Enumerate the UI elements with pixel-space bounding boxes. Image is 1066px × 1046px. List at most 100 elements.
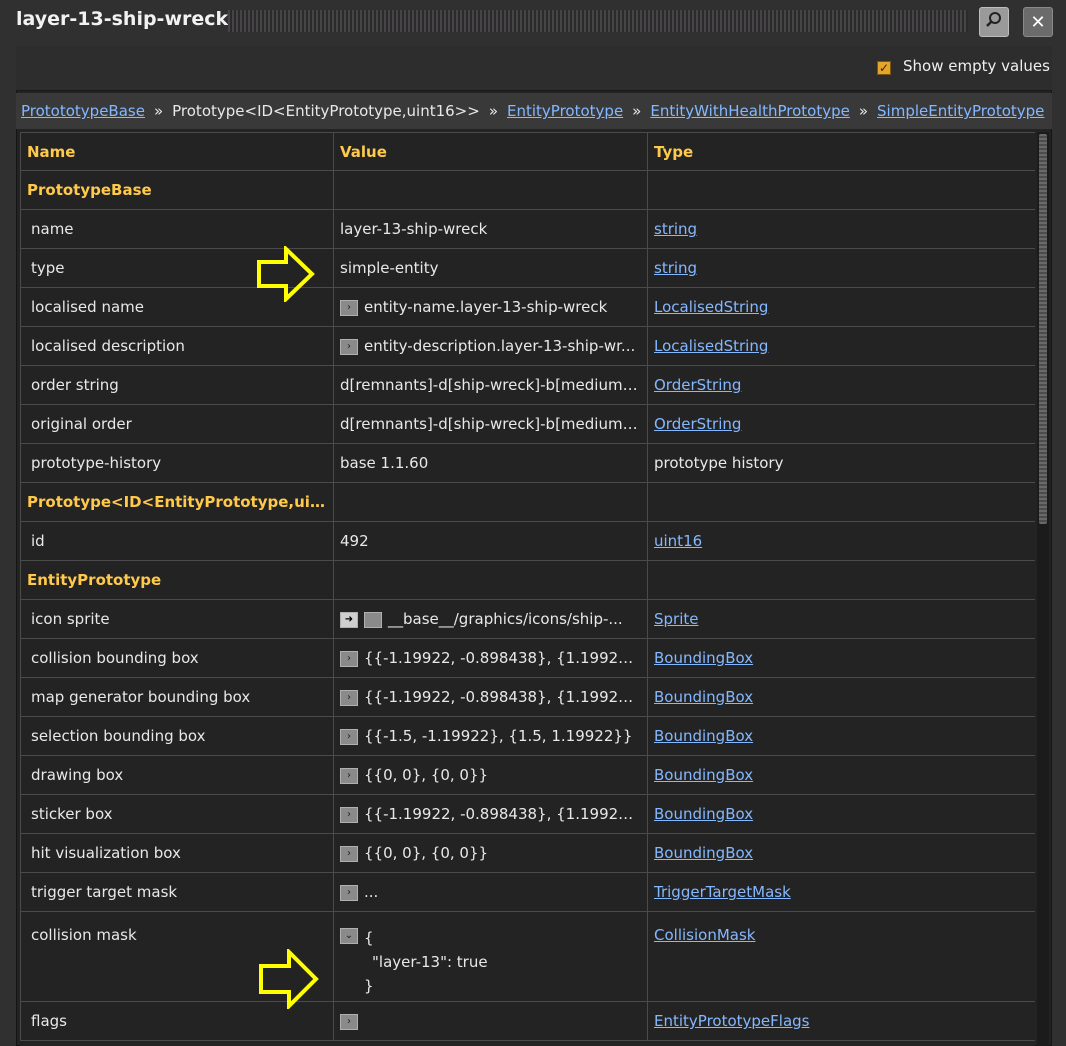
empty-cell bbox=[647, 482, 1035, 522]
type-link[interactable]: BoundingBox bbox=[654, 688, 753, 706]
value-text: {{-1.19922, -0.898438}, {1.19922, ... bbox=[364, 688, 648, 706]
close-button[interactable]: ✕ bbox=[1023, 7, 1053, 37]
property-name: original order bbox=[20, 404, 334, 444]
breadcrumb-item[interactable]: ProtototypeBase bbox=[21, 102, 145, 120]
property-name: hit visualization box bbox=[20, 833, 334, 873]
table-row: id 492 uint16 bbox=[20, 521, 1035, 561]
empty-cell bbox=[647, 560, 1035, 600]
property-value: › entity-description.layer-13-ship-wr... bbox=[333, 326, 648, 366]
table-row: localised description › entity-description… bbox=[20, 326, 1035, 366]
breadcrumb-item[interactable]: EntityWithHealthPrototype bbox=[650, 102, 849, 120]
table-row: drawing box › {{0, 0}, {0, 0}} BoundingBox bbox=[20, 755, 1035, 795]
value-text: d[remnants]-d[ship-wreck]-b[medium]-a bbox=[340, 376, 644, 394]
empty-cell bbox=[333, 560, 648, 600]
property-name: id bbox=[20, 521, 334, 561]
value-line: { bbox=[364, 929, 374, 947]
breadcrumb-item[interactable]: SimpleEntityPrototype bbox=[877, 102, 1044, 120]
table-header-row: Name Value Type bbox=[20, 132, 1035, 171]
value-text: simple-entity bbox=[340, 259, 439, 277]
value-text: {{0, 0}, {0, 0}} bbox=[364, 766, 489, 784]
breadcrumb-item[interactable]: EntityPrototype bbox=[507, 102, 623, 120]
empty-cell bbox=[333, 170, 648, 210]
type-link[interactable]: CollisionMask bbox=[654, 926, 755, 944]
property-type: EntityPrototypeFlags bbox=[647, 1001, 1035, 1041]
expand-icon[interactable]: › bbox=[340, 338, 358, 355]
property-value: › bbox=[333, 1001, 648, 1041]
annotation-arrow-icon bbox=[259, 949, 319, 1009]
type-link[interactable]: uint16 bbox=[654, 532, 702, 550]
window-title: layer-13-ship-wreck bbox=[16, 8, 229, 30]
section-row: PrototypeBase bbox=[20, 170, 1035, 210]
type-link[interactable]: LocalisedString bbox=[654, 337, 768, 355]
property-type: BoundingBox bbox=[647, 794, 1035, 834]
type-link[interactable]: BoundingBox bbox=[654, 766, 753, 784]
property-name: drawing box bbox=[20, 755, 334, 795]
type-link[interactable]: LocalisedString bbox=[654, 298, 768, 316]
collision-mask-value: {"layer-13": true} bbox=[364, 926, 488, 998]
property-type: BoundingBox bbox=[647, 755, 1035, 795]
type-link[interactable]: BoundingBox bbox=[654, 649, 753, 667]
value-text: ... bbox=[364, 883, 379, 901]
type-link[interactable]: OrderString bbox=[654, 415, 741, 433]
expand-icon[interactable]: › bbox=[340, 299, 358, 316]
property-type: string bbox=[647, 248, 1035, 288]
property-type: prototype history bbox=[647, 443, 1035, 483]
property-name: localised description bbox=[20, 326, 334, 366]
type-link[interactable]: BoundingBox bbox=[654, 844, 753, 862]
type-link[interactable]: BoundingBox bbox=[654, 727, 753, 745]
expand-icon[interactable]: › bbox=[340, 884, 358, 901]
type-link[interactable]: BoundingBox bbox=[654, 805, 753, 823]
property-type: OrderString bbox=[647, 404, 1035, 444]
property-type: string bbox=[647, 209, 1035, 249]
type-column-header: Type bbox=[647, 132, 1035, 171]
expand-icon[interactable]: › bbox=[340, 689, 358, 706]
property-name: map generator bounding box bbox=[20, 677, 334, 717]
show-empty-checkbox[interactable]: ✓ bbox=[877, 61, 891, 75]
type-link[interactable]: string bbox=[654, 220, 697, 238]
property-type: uint16 bbox=[647, 521, 1035, 561]
expand-icon[interactable]: › bbox=[340, 806, 358, 823]
empty-cell bbox=[647, 170, 1035, 210]
value-line: "layer-13": true bbox=[372, 953, 488, 971]
property-name: selection bounding box bbox=[20, 716, 334, 756]
property-value: › {{-1.19922, -0.898438}, {1.19922, ... bbox=[333, 677, 648, 717]
table-row: flags › EntityPrototypeFlags bbox=[20, 1001, 1035, 1041]
expand-icon[interactable]: › bbox=[340, 650, 358, 667]
show-empty-label[interactable]: Show empty values bbox=[903, 57, 1050, 75]
breadcrumb-separator: » bbox=[153, 102, 164, 120]
section-title: Prototype<ID<EntityPrototype,uint16>> bbox=[20, 482, 334, 522]
sprite-preview-icon[interactable] bbox=[364, 611, 382, 628]
type-link[interactable]: string bbox=[654, 259, 697, 277]
type-link[interactable]: TriggerTargetMask bbox=[654, 883, 791, 901]
properties-table: Name Value Type PrototypeBase name layer-1… bbox=[20, 132, 1035, 1041]
breadcrumb: ProtototypeBase » Prototype<ID<EntityProto… bbox=[16, 93, 1052, 129]
section-title: EntityPrototype bbox=[20, 560, 334, 600]
search-button[interactable] bbox=[979, 7, 1009, 37]
property-value: ›... bbox=[333, 872, 648, 912]
table-row: name layer-13-ship-wreck string bbox=[20, 209, 1035, 249]
property-type: BoundingBox bbox=[647, 716, 1035, 756]
expand-icon[interactable]: › bbox=[340, 767, 358, 784]
table-row: type simple-entity string bbox=[20, 248, 1035, 288]
expand-icon[interactable]: › bbox=[340, 728, 358, 745]
property-name: collision bounding box bbox=[20, 638, 334, 678]
vertical-scrollbar[interactable] bbox=[1037, 132, 1049, 1046]
expand-icon[interactable]: › bbox=[340, 1013, 358, 1030]
name-column-header: Name bbox=[20, 132, 334, 171]
property-type: OrderString bbox=[647, 365, 1035, 405]
section-row: Prototype<ID<EntityPrototype,uint16>> bbox=[20, 482, 1035, 522]
table-row: collision bounding box › {{-1.19922, -0.89… bbox=[20, 638, 1035, 678]
type-link[interactable]: EntityPrototypeFlags bbox=[654, 1012, 809, 1030]
open-arrow-icon[interactable]: ➜ bbox=[340, 611, 358, 628]
property-type: BoundingBox bbox=[647, 677, 1035, 717]
scrollbar-thumb[interactable] bbox=[1039, 134, 1047, 524]
type-link[interactable]: Sprite bbox=[654, 610, 699, 628]
type-link[interactable]: OrderString bbox=[654, 376, 741, 394]
title-bar[interactable]: layer-13-ship-wreck ✕ bbox=[0, 0, 1066, 44]
property-type: BoundingBox bbox=[647, 638, 1035, 678]
expand-icon[interactable]: › bbox=[340, 845, 358, 862]
property-value: layer-13-ship-wreck bbox=[333, 209, 648, 249]
table-row: trigger target mask ›... TriggerTargetMask bbox=[20, 872, 1035, 912]
collapse-icon[interactable]: ⌄ bbox=[340, 927, 358, 944]
drag-handle[interactable] bbox=[228, 10, 968, 32]
